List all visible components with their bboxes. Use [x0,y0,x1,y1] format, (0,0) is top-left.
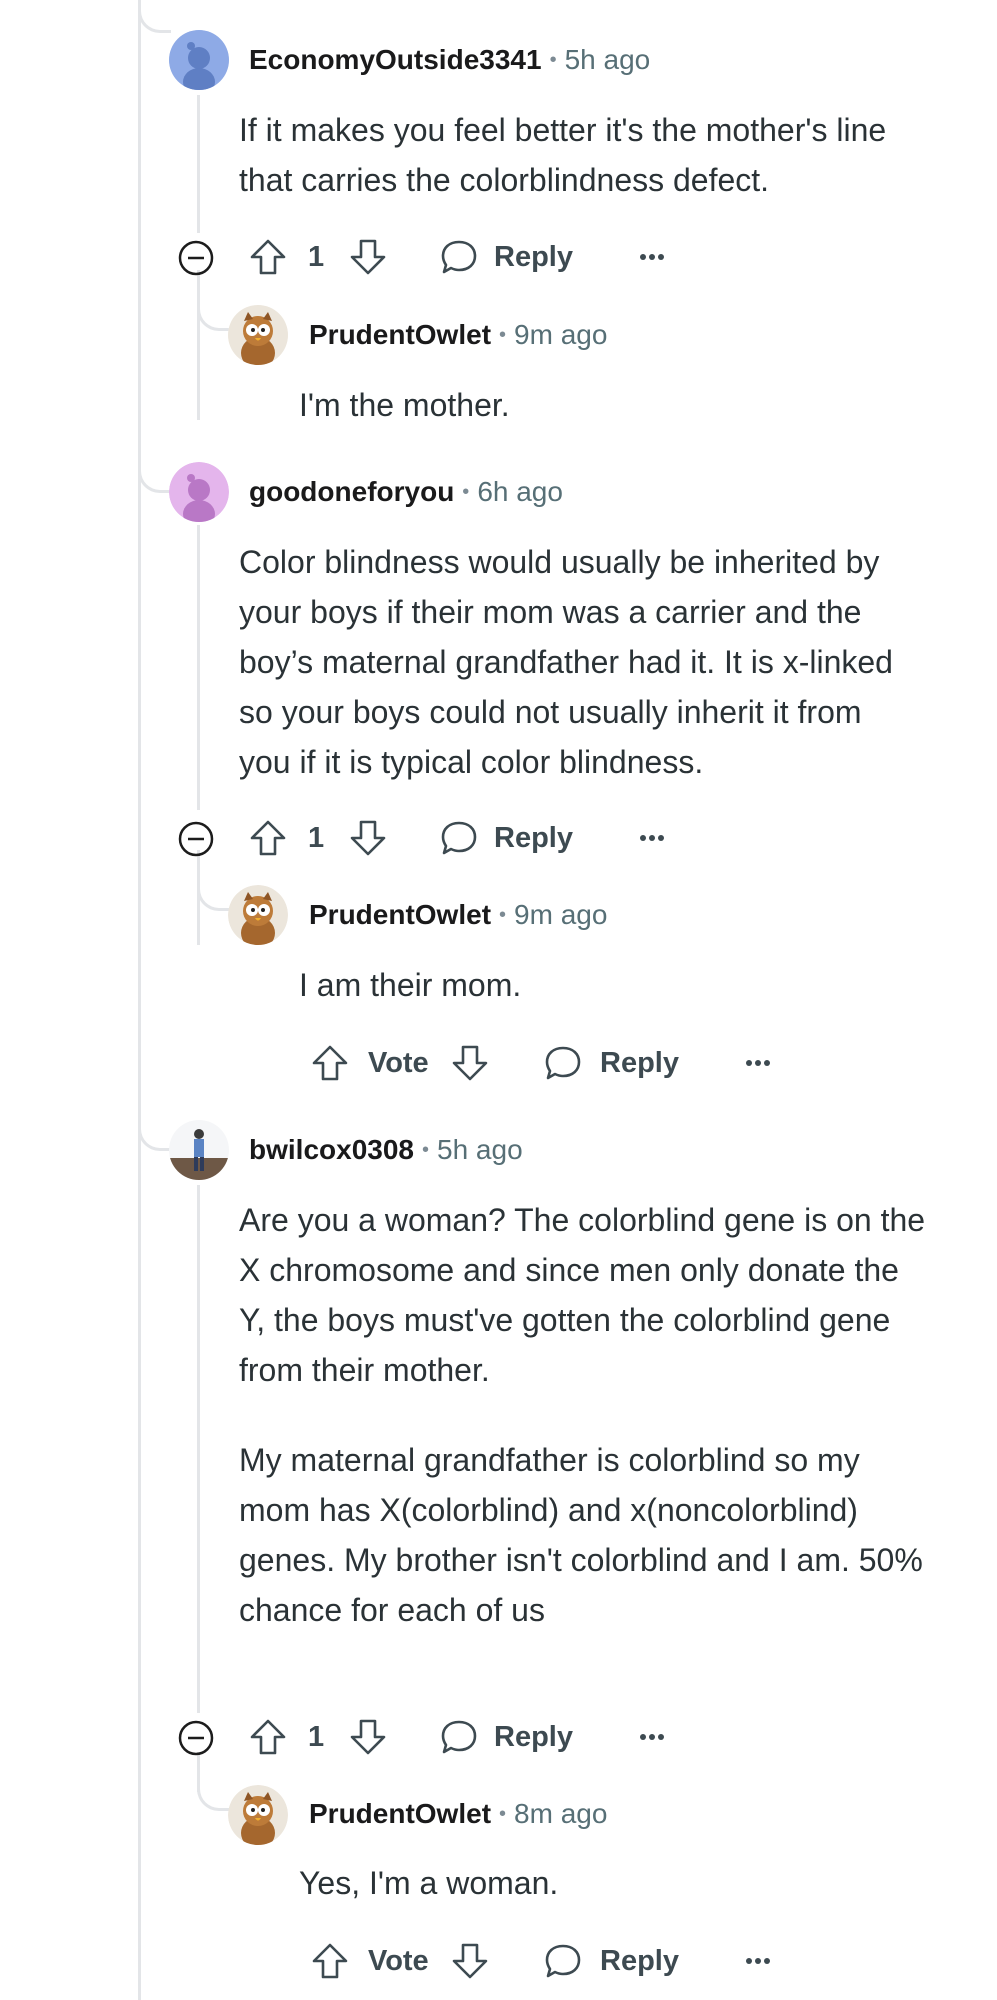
reply-button[interactable]: Reply [494,240,573,274]
comment-actions: 1 Reply [176,812,696,862]
reply-icon[interactable] [544,1943,582,1979]
more-options-icon[interactable] [639,834,665,842]
reply-actions: Vote Reply [308,1037,788,1087]
comment-header: PrudentOwlet • 9m ago [309,318,607,355]
comment-paragraph: Yes, I'm a woman. [299,1865,559,1901]
comment-paragraph: Color blindness would usually be inherit… [239,544,893,780]
upvote-icon[interactable] [248,818,288,858]
upvote-icon[interactable] [248,237,288,277]
collapse-icon[interactable] [178,1720,214,1756]
upvote-icon[interactable] [310,1043,350,1083]
outer-thread-line [138,0,141,2000]
avatar[interactable] [228,1785,288,1845]
comment-paragraph: I am their mom. [299,967,522,1003]
separator-dot: • [499,324,507,346]
separator-dot: • [549,49,557,71]
comment-thread-line [197,95,200,233]
avatar[interactable] [228,305,288,365]
downvote-icon[interactable] [450,1941,490,1981]
username[interactable]: goodoneforyou [249,476,454,507]
downvote-icon[interactable] [348,818,388,858]
comment-header: EconomyOutside3341 • 5h ago [249,43,650,80]
username[interactable]: bwilcox0308 [249,1134,414,1165]
comment-header: bwilcox0308 • 5h ago [249,1133,523,1170]
downvote-icon[interactable] [348,237,388,277]
timestamp: 5h ago [437,1134,523,1165]
more-options-icon[interactable] [639,253,665,261]
separator-dot: • [421,1139,429,1161]
comment-header: PrudentOwlet • 8m ago [309,1797,607,1834]
upvote-icon[interactable] [248,1717,288,1757]
downvote-icon[interactable] [348,1717,388,1757]
username[interactable]: PrudentOwlet [309,1798,491,1829]
reply-button[interactable]: Reply [600,1944,679,1978]
thread-elbow [138,1118,171,1151]
timestamp: 9m ago [514,319,608,350]
comment-paragraph: Are you a woman? The colorblind gene is … [239,1202,926,1388]
separator-dot: • [499,1803,507,1825]
reply-button[interactable]: Reply [600,1046,679,1080]
reply-actions: Vote Reply [308,1935,788,1985]
username[interactable]: EconomyOutside3341 [249,44,542,75]
comment-actions: 1 Reply [176,1711,696,1761]
more-options-icon[interactable] [745,1957,771,1965]
timestamp: 6h ago [477,476,563,507]
comment-body: Yes, I'm a woman. [299,1858,919,1908]
comment-paragraph: My maternal grandfather is colorblind so… [239,1442,923,1628]
separator-dot: • [499,904,507,926]
timestamp: 5h ago [564,44,651,75]
comment-paragraph: If it makes you feel better it's the mot… [239,112,887,198]
comment-thread-line [197,1185,200,1713]
thread-elbow [138,460,171,493]
avatar[interactable] [169,30,229,90]
username[interactable]: PrudentOwlet [309,899,491,930]
comment-header: PrudentOwlet • 9m ago [309,898,607,935]
downvote-icon[interactable] [450,1043,490,1083]
comment-body: Are you a woman? The colorblind gene is … [239,1195,929,1635]
reply-elbow [197,288,230,331]
comment-body: I am their mom. [299,960,919,1010]
comment-header: goodoneforyou • 6h ago [249,475,563,512]
avatar[interactable] [169,462,229,522]
vote-label: Vote [368,1945,429,1977]
timestamp: 9m ago [514,899,608,930]
separator-dot: • [462,481,470,503]
reply-icon[interactable] [440,1719,478,1755]
reply-button[interactable]: Reply [494,1720,573,1754]
vote-count: 1 [308,822,325,854]
thread-elbow [138,0,171,33]
upvote-icon[interactable] [310,1941,350,1981]
comment-paragraph: I'm the mother. [299,387,510,423]
vote-count: 1 [308,1721,325,1753]
vote-label: Vote [368,1047,429,1079]
timestamp: 8m ago [514,1798,608,1829]
comment-thread-line [197,525,200,810]
reply-icon[interactable] [544,1045,582,1081]
reply-icon[interactable] [440,239,478,275]
vote-count: 1 [308,241,325,273]
collapse-icon[interactable] [178,821,214,857]
comment-body: If it makes you feel better it's the mot… [239,105,919,205]
reply-button[interactable]: Reply [494,821,573,855]
comment-actions: 1 Reply [176,231,696,281]
reply-elbow [197,868,230,911]
comment-body: Color blindness would usually be inherit… [239,537,919,787]
reply-elbow [197,1768,230,1811]
comment-body: I'm the mother. [299,380,919,430]
username[interactable]: PrudentOwlet [309,319,491,350]
avatar[interactable] [228,885,288,945]
collapse-icon[interactable] [178,240,214,276]
more-options-icon[interactable] [745,1059,771,1067]
reply-icon[interactable] [440,820,478,856]
more-options-icon[interactable] [639,1733,665,1741]
avatar[interactable] [169,1120,229,1180]
